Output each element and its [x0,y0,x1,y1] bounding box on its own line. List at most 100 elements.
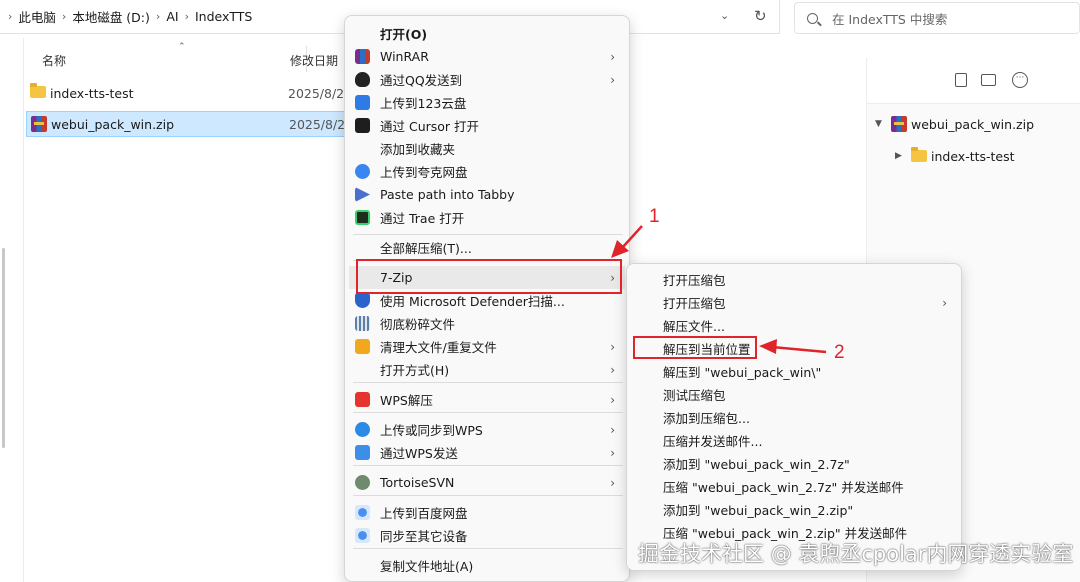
menu-item-label: 通过 Trae 打开 [380,211,465,226]
file-date: 2025/8/2 [288,85,345,101]
menu-item-label: 添加到收藏夹 [380,142,456,157]
chevron-right-icon: › [610,392,615,407]
file-date: 2025/8/2 [289,116,346,132]
menu-item-trae[interactable]: 通过 Trae 打开 [349,206,625,229]
tree-item-zip[interactable]: ▼ webui_pack_win.zip [875,113,1034,135]
menu-item-label: 通过WPS发送 [380,446,458,461]
navigation-scrollbar[interactable] [2,248,5,448]
menu-item-cursor[interactable]: 通过 Cursor 打开 [349,114,625,137]
submenu-item-open-archive-more[interactable]: 打开压缩包 › [631,291,957,314]
menu-separator [353,495,623,496]
wps-icon [355,392,370,407]
collapsed-caret-icon[interactable]: ▶ [895,151,909,161]
submenu-item-add-7z[interactable]: 添加到 "webui_pack_win_2.7z" [631,452,957,475]
menu-separator [353,548,623,549]
submenu-item-add-to-archive[interactable]: 添加到压缩包... [631,406,957,429]
menu-separator [353,465,623,466]
chevron-right-icon: › [610,72,615,87]
menu-item-label: 清理大文件/重复文件 [380,340,497,355]
file-list: 名称 ⌃ 修改日期 index-tts-test 2025/8/2 webui_… [24,38,356,582]
sevenzip-submenu: 打开压缩包 打开压缩包 › 解压文件... 解压到当前位置 解压到 "webui_… [626,263,962,571]
menu-item-qq-send[interactable]: 通过QQ发送到 › [349,68,625,91]
copy-path-icon[interactable] [955,73,967,87]
qq-icon [355,72,370,87]
chevron-right-icon: › [610,475,615,490]
breadcrumb-item-indextts[interactable]: IndexTTS [189,9,258,24]
tree-item-folder[interactable]: ▶ index-tts-test [895,145,1015,167]
menu-item-wps-extract[interactable]: WPS解压 › [349,388,625,411]
expanded-caret-icon[interactable]: ▼ [875,119,889,129]
quark-icon [355,164,370,179]
chevron-right-icon: › [610,339,615,354]
menu-item-label: 彻底粉碎文件 [380,317,456,332]
column-header-date[interactable]: 修改日期 [290,48,338,72]
submenu-item-extract-files[interactable]: 解压文件... [631,314,957,337]
menu-item-label: Paste path into Tabby [380,187,515,202]
refresh-icon[interactable]: ↻ [754,7,767,25]
preview-toolbar: ··· [867,58,1080,104]
wps-cloud-icon [355,422,370,437]
menu-item-sync-devices[interactable]: 同步至其它设备 [349,524,625,547]
tortoisesvn-icon [355,475,370,490]
search-input[interactable]: 在 IndexTTS 中搜索 [794,2,1080,34]
tabby-icon [355,187,370,202]
submenu-item-label: 压缩 "webui_pack_win_2.7z" 并发送邮件 [663,480,904,495]
menu-item-open-with[interactable]: 打开方式(H) › [349,358,625,381]
menu-item-tortoisesvn[interactable]: TortoiseSVN › [349,471,625,494]
chevron-right-icon: › [610,49,615,64]
annotation-highlight-extract-here [633,336,757,359]
list-item-selected[interactable]: webui_pack_win.zip 2025/8/2 [26,111,356,137]
123pan-icon [355,95,370,110]
menu-item-tabby[interactable]: Paste path into Tabby [349,183,625,206]
menu-item-favorites[interactable]: 添加到收藏夹 [349,137,625,160]
submenu-item-test-archive[interactable]: 测试压缩包 [631,383,957,406]
baidu-icon [355,505,370,520]
submenu-item-compress-7z-email[interactable]: 压缩 "webui_pack_win_2.7z" 并发送邮件 [631,475,957,498]
menu-item-quark[interactable]: 上传到夸克网盘 [349,160,625,183]
submenu-item-label: 添加到压缩包... [663,411,750,426]
submenu-item-open-archive[interactable]: 打开压缩包 [631,268,957,291]
menu-item-baidu[interactable]: 上传到百度网盘 [349,501,625,524]
submenu-item-add-zip[interactable]: 添加到 "webui_pack_win_2.zip" [631,498,957,521]
menu-item-wps-sync[interactable]: 上传或同步到WPS › [349,418,625,441]
list-item[interactable]: index-tts-test 2025/8/2 [26,80,356,106]
breadcrumb-item-ai[interactable]: AI [160,9,184,24]
trae-icon [355,210,370,225]
tree-item-label: webui_pack_win.zip [911,116,1035,132]
zip-icon [31,116,47,132]
menu-item-open[interactable]: 打开(O) [349,22,625,45]
open-folder-icon[interactable] [981,74,996,86]
menu-item-wps-send[interactable]: 通过WPS发送 › [349,441,625,464]
menu-item-copy-path[interactable]: 复制文件地址(A) [349,554,625,577]
chevron-right-icon: › [610,362,615,377]
navigation-pane [0,38,24,582]
menu-item-label: 通过 Cursor 打开 [380,119,480,134]
menu-item-label: 上传或同步到WPS [380,423,483,438]
menu-item-label: 同步至其它设备 [380,529,468,544]
menu-item-label: 复制文件地址(A) [380,559,474,574]
zip-icon [891,116,907,132]
menu-item-cleaner[interactable]: 清理大文件/重复文件 › [349,335,625,358]
breadcrumb-item-drive-d[interactable]: 本地磁盘 (D:) [66,7,156,26]
more-options-icon[interactable]: ··· [1012,72,1028,88]
column-header-label: 修改日期 [290,53,339,68]
sort-ascending-icon: ⌃ [178,42,186,52]
submenu-item-label: 解压文件... [663,319,725,334]
menu-item-label: 上传到123云盘 [380,96,467,111]
shredder-icon [355,316,370,331]
folder-icon [911,147,927,162]
chevron-right-icon: › [610,445,615,460]
menu-item-winrar[interactable]: WinRAR › [349,45,625,68]
chevron-right-icon: › [610,422,615,437]
context-menu: 打开(O) WinRAR › 通过QQ发送到 › 上传到123云盘 通过 Cur… [344,15,630,582]
breadcrumb-item-this-pc[interactable]: 此电脑 [12,7,62,26]
submenu-item-extract-to-folder[interactable]: 解压到 "webui_pack_win\" [631,360,957,383]
submenu-item-compress-email[interactable]: 压缩并发送邮件... [631,429,957,452]
submenu-item-label: 添加到 "webui_pack_win_2.7z" [663,457,850,472]
chevron-down-icon[interactable]: ⌄ [720,9,729,22]
menu-item-extract-all[interactable]: 全部解压缩(T)... [349,236,625,259]
column-header-name[interactable]: 名称 [42,48,66,72]
menu-item-shredder[interactable]: 彻底粉碎文件 [349,312,625,335]
menu-separator [353,382,623,383]
menu-item-123pan[interactable]: 上传到123云盘 [349,91,625,114]
